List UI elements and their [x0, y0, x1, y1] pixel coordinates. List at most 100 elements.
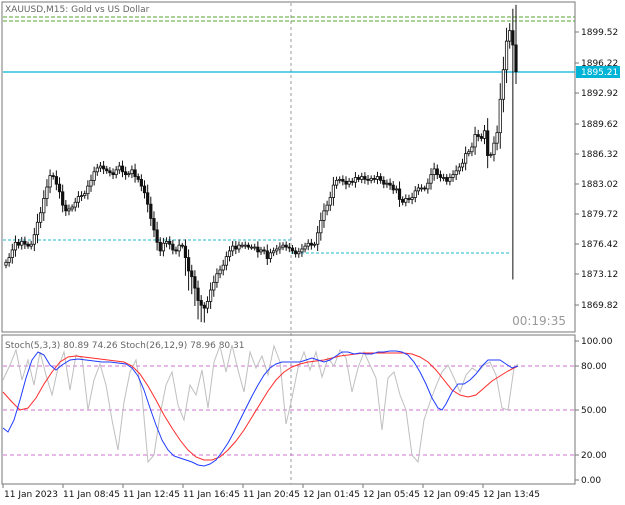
candle-body	[218, 269, 222, 275]
candle-body	[416, 187, 421, 192]
candle-body	[95, 167, 99, 173]
chart-window[interactable]: XAUUSD,M15: Gold vs US Dollar 00:19:35 1…	[0, 0, 625, 505]
candle-body	[7, 257, 11, 263]
candle-body	[486, 130, 490, 156]
candle-body	[64, 204, 68, 212]
candle-body	[174, 249, 178, 252]
candle-body	[10, 249, 14, 258]
candle-body	[262, 249, 266, 252]
candle-body	[48, 175, 52, 188]
candle-body	[294, 250, 298, 255]
candle-body	[215, 273, 219, 283]
candle-body	[45, 186, 49, 199]
candle-body	[186, 257, 191, 272]
candle-body	[460, 162, 465, 168]
price-label: 1873.12	[581, 270, 618, 280]
candle-body	[391, 184, 395, 191]
candle-body	[130, 169, 134, 175]
candle-body	[234, 245, 238, 250]
price-pane[interactable]	[1, 1, 576, 333]
candle-body	[240, 244, 244, 247]
candle-body	[20, 240, 24, 246]
candle-body	[212, 281, 216, 291]
candle-body	[54, 176, 58, 185]
candle-body	[101, 165, 106, 170]
candle-body	[183, 245, 188, 258]
candle-body	[146, 192, 150, 205]
candle-body	[39, 212, 43, 223]
candle-body	[454, 170, 458, 176]
candle-body	[237, 244, 241, 250]
candle-body	[312, 243, 317, 246]
candle-body	[221, 264, 225, 271]
candle-body	[297, 251, 301, 255]
candle-body	[426, 182, 430, 190]
candle-body	[70, 206, 74, 210]
candle-body	[303, 245, 307, 250]
candle-body	[89, 179, 93, 187]
price-label: 1892.92	[581, 89, 618, 99]
candle-body	[193, 276, 197, 289]
indicator-axis-label: 20.00	[581, 451, 607, 461]
candle-body	[388, 182, 392, 186]
candle-body	[86, 185, 90, 195]
candle-body	[35, 221, 40, 236]
candle-body	[158, 241, 162, 252]
candle-body	[164, 240, 169, 244]
candle-body	[209, 289, 213, 302]
time-label: 11 Jan 16:45	[183, 490, 240, 500]
candle-body	[180, 244, 184, 247]
candle-body	[445, 177, 449, 182]
candle-body	[67, 208, 71, 212]
candle-body	[448, 177, 452, 182]
candle-body	[341, 178, 345, 182]
candle-body	[117, 165, 121, 171]
candle-body	[205, 301, 210, 309]
candle-body	[26, 243, 30, 247]
candle-body	[473, 134, 477, 148]
svg-text:1895.21: 1895.21	[581, 68, 618, 78]
current-price-tag: 1895.21	[576, 66, 620, 78]
price-label: 1879.72	[581, 210, 618, 220]
candle-body	[379, 176, 383, 181]
candle-body	[438, 174, 443, 178]
candle-body	[372, 178, 376, 180]
time-axis[interactable]: 11 Jan 2023 11 Jan 08:45 11 Jan 12:45 11…	[2, 484, 540, 500]
candle-body	[419, 187, 424, 190]
candle-body	[334, 179, 339, 186]
candle-body	[382, 179, 386, 185]
candle-body	[514, 44, 518, 73]
candle-body	[287, 246, 291, 249]
candle-body	[133, 169, 137, 177]
candle-body	[457, 166, 461, 172]
candle-body	[152, 218, 156, 231]
candle-body	[338, 178, 342, 181]
candle-body	[479, 136, 483, 139]
time-label: 12 Jan 13:45	[483, 490, 540, 500]
candle-body	[407, 198, 411, 200]
candle-body	[511, 30, 515, 46]
candle-body	[120, 165, 125, 173]
indicator-axis[interactable]: 100.00 80.00 50.00 20.00 0.00	[575, 337, 613, 486]
candle-body	[199, 300, 203, 306]
candle-body	[114, 169, 118, 176]
candle-body	[319, 219, 323, 234]
candle-body	[300, 248, 304, 253]
candle-body	[464, 153, 468, 164]
candle-body	[375, 176, 380, 180]
time-label: 12 Jan 09:45	[423, 490, 480, 500]
candle-body	[366, 178, 370, 181]
indicator-axis-label: 100.00	[581, 337, 613, 347]
candle-body	[61, 191, 65, 206]
candle-body	[350, 180, 354, 183]
candle-body	[4, 261, 8, 266]
candle-body	[331, 184, 336, 198]
candle-body	[171, 243, 175, 251]
candle-body	[29, 243, 33, 247]
candle-body	[470, 146, 474, 153]
candle-body	[155, 229, 159, 243]
candle-body	[79, 195, 84, 198]
candle-body	[227, 250, 232, 258]
candle-body	[369, 178, 373, 181]
candle-body	[385, 182, 389, 185]
